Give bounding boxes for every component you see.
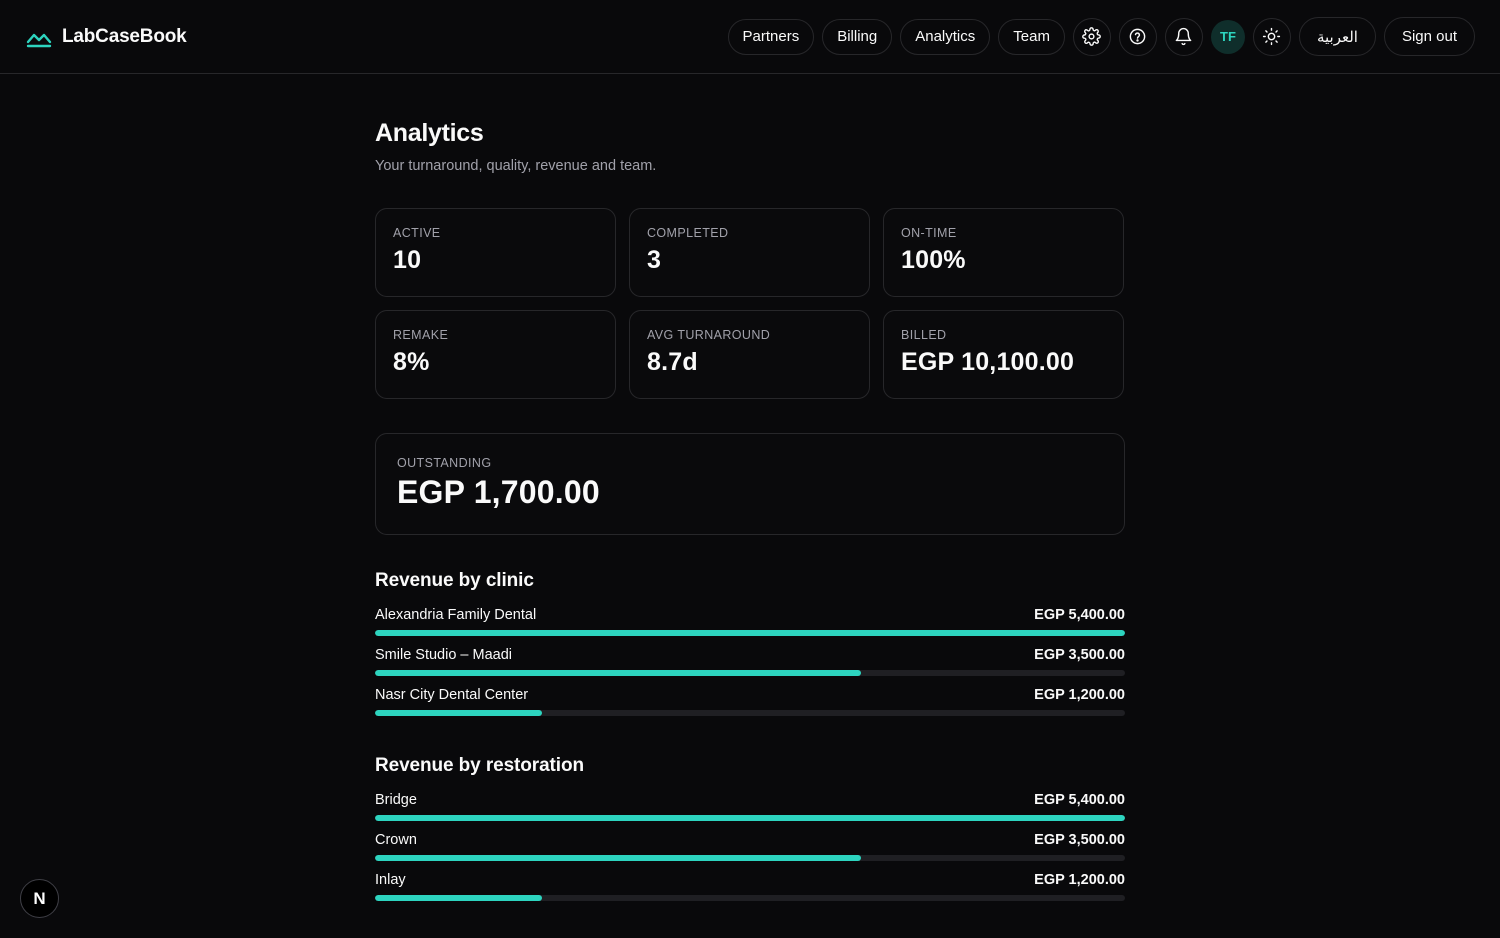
settings-button[interactable] (1072, 17, 1111, 56)
row-amount: EGP 3,500.00 (1034, 832, 1125, 848)
bell-icon (1176, 27, 1192, 46)
row-label: Inlay (375, 872, 406, 888)
stat-label: ON-TIME (901, 226, 957, 240)
nav-link-partners[interactable]: Partners (727, 18, 815, 55)
nav-link-analytics[interactable]: Analytics (900, 18, 991, 55)
stats-grid: ACTIVE 10 COMPLETED 3 ON-TIME 100% REMAK… (375, 208, 1125, 399)
page-subtitle: Your turnaround, quality, revenue and te… (375, 158, 657, 174)
sun-icon (1263, 27, 1281, 46)
top-nav: Partners Billing Analytics Team TF العرب… (727, 17, 1475, 56)
row-amount: EGP 1,200.00 (1034, 687, 1125, 703)
stat-value: EGP 10,100.00 (901, 348, 1075, 376)
revenue-row: Alexandria Family Dental EGP 5,400.00 (375, 606, 1125, 636)
app-name: LabCaseBook (62, 26, 187, 47)
progress-track (375, 895, 1125, 901)
analytics-page: Analytics Your turnaround, quality, reve… (375, 118, 1125, 901)
sign-out-button[interactable]: Sign out (1383, 17, 1475, 56)
row-label: Smile Studio – Maadi (375, 647, 513, 663)
help-button[interactable] (1118, 17, 1157, 56)
dev-tools-badge[interactable]: N (20, 879, 59, 918)
progress-fill (375, 815, 1125, 821)
stat-card-outstanding: OUTSTANDING EGP 1,700.00 (375, 433, 1125, 535)
user-avatar[interactable]: TF (1210, 19, 1245, 54)
progress-fill (375, 670, 862, 676)
progress-track (375, 855, 1125, 861)
stat-value: 8.7d (647, 348, 698, 376)
stat-label: ACTIVE (393, 226, 441, 240)
stat-card-on-time: ON-TIME 100% (883, 208, 1124, 297)
language-switch-button[interactable]: العربية (1298, 17, 1376, 56)
progress-track (375, 630, 1125, 636)
stat-value: 10 (393, 246, 422, 274)
nav-link-team[interactable]: Team (998, 18, 1065, 55)
notifications-button[interactable] (1164, 17, 1203, 56)
stat-value: 3 (647, 246, 662, 274)
stat-label: AVG TURNAROUND (647, 328, 771, 342)
row-label: Crown (375, 832, 417, 848)
progress-fill (375, 855, 862, 861)
progress-fill (375, 895, 542, 901)
theme-toggle-button[interactable] (1252, 17, 1291, 56)
progress-fill (375, 630, 1125, 636)
stat-label: BILLED (901, 328, 947, 342)
row-amount: EGP 5,400.00 (1034, 607, 1125, 623)
section-title: Revenue by restoration (375, 755, 584, 776)
revenue-by-restoration-section: Revenue by restoration Bridge EGP 5,400.… (375, 755, 1125, 901)
nav-link-billing[interactable]: Billing (822, 18, 893, 55)
stat-card-active: ACTIVE 10 (375, 208, 616, 297)
revenue-row: Bridge EGP 5,400.00 (375, 791, 1125, 821)
stat-card-billed: BILLED EGP 10,100.00 (883, 310, 1124, 399)
section-title: Revenue by clinic (375, 570, 534, 591)
progress-fill (375, 710, 542, 716)
progress-track (375, 670, 1125, 676)
stat-label: REMAKE (393, 328, 449, 342)
row-amount: EGP 5,400.00 (1034, 792, 1125, 808)
stat-card-completed: COMPLETED 3 (629, 208, 870, 297)
stat-card-avg-turnaround: AVG TURNAROUND 8.7d (629, 310, 870, 399)
row-amount: EGP 1,200.00 (1034, 872, 1125, 888)
revenue-by-clinic-section: Revenue by clinic Alexandria Family Dent… (375, 570, 1125, 716)
row-label: Alexandria Family Dental (375, 607, 537, 623)
top-bar: LabCaseBook Partners Billing Analytics T… (0, 0, 1500, 74)
row-amount: EGP 3,500.00 (1034, 647, 1125, 663)
row-label: Nasr City Dental Center (375, 687, 529, 703)
stat-value: 8% (393, 348, 430, 376)
page-title: Analytics (375, 119, 484, 147)
row-label: Bridge (375, 792, 417, 808)
stat-value: 100% (901, 246, 966, 274)
progress-track (375, 815, 1125, 821)
brand[interactable]: LabCaseBook (26, 24, 187, 50)
logo-wave-icon (26, 24, 52, 50)
revenue-row: Inlay EGP 1,200.00 (375, 871, 1125, 901)
revenue-row: Smile Studio – Maadi EGP 3,500.00 (375, 646, 1125, 676)
outstanding-label: OUTSTANDING (397, 456, 492, 470)
stat-label: COMPLETED (647, 226, 729, 240)
revenue-row: Nasr City Dental Center EGP 1,200.00 (375, 686, 1125, 716)
gear-icon (1082, 27, 1102, 46)
help-icon (1130, 28, 1146, 45)
revenue-row: Crown EGP 3,500.00 (375, 831, 1125, 861)
outstanding-value: EGP 1,700.00 (397, 474, 600, 510)
progress-track (375, 710, 1125, 716)
stat-card-remake: REMAKE 8% (375, 310, 616, 399)
